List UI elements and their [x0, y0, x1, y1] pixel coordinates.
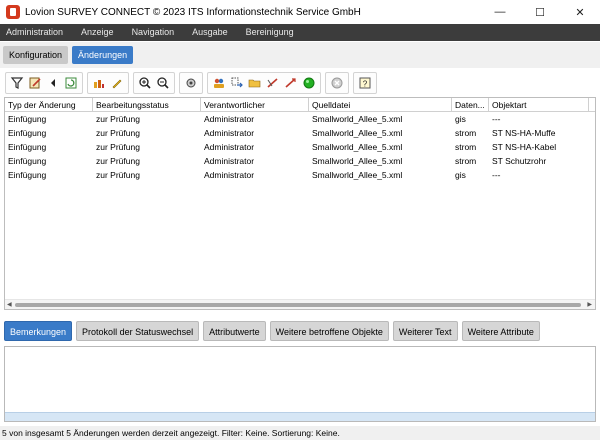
tab-protokoll[interactable]: Protokoll der Statuswechsel [76, 321, 200, 341]
tab-weiterer-text[interactable]: Weiterer Text [392, 321, 458, 341]
column-header-typ[interactable]: Typ der Änderung [5, 98, 93, 112]
window-controls: — ☐ ✕ [480, 0, 600, 24]
toolbar-group-help: ? [353, 72, 377, 94]
settings-icon[interactable] [182, 74, 200, 92]
title-bar: Lovion SURVEY CONNECT © 2023 ITS Informa… [0, 0, 600, 24]
cell-typ: Einfügung [8, 156, 47, 166]
svg-text:?: ? [363, 80, 368, 89]
toolbar-group-actions [207, 72, 321, 94]
scroll-right-icon[interactable]: ▶ [587, 301, 592, 308]
cell-daten: strom [455, 156, 477, 166]
cell-verantwortlicher: Administrator [204, 128, 255, 138]
assign-icon[interactable] [228, 74, 246, 92]
remarks-textarea[interactable] [4, 346, 596, 422]
horizontal-scrollbar[interactable]: ◀ ▶ [5, 299, 595, 309]
tab-aenderungen[interactable]: Änderungen [72, 46, 134, 64]
tab-betroffene-objekte[interactable]: Weitere betroffene Objekte [269, 321, 389, 341]
reject-icon[interactable] [264, 74, 282, 92]
cell-status: zur Prüfung [96, 114, 140, 124]
cell-verantwortlicher: Administrator [204, 156, 255, 166]
cell-typ: Einfügung [8, 128, 47, 138]
cell-typ: Einfügung [8, 142, 47, 152]
toolbar-group-cancel [325, 72, 349, 94]
help-icon[interactable]: ? [356, 74, 374, 92]
menu-administration[interactable]: Administration [0, 24, 72, 41]
close-button[interactable]: ✕ [560, 0, 600, 24]
folder-open-icon[interactable] [246, 74, 264, 92]
column-header-status[interactable]: Bearbeitungsstatus [93, 98, 201, 112]
pencil-icon[interactable] [108, 74, 126, 92]
cell-objektart: --- [492, 114, 501, 124]
column-header-quelldatei[interactable]: Quelldatei [309, 98, 452, 112]
cell-objektart: --- [492, 170, 501, 180]
table-row[interactable]: Einfügung zur Prüfung Administrator Smal… [5, 112, 595, 126]
menu-anzeige[interactable]: Anzeige [72, 24, 123, 41]
cell-quelldatei: Smallworld_Allee_5.xml [312, 170, 403, 180]
table-row[interactable]: Einfügung zur Prüfung Administrator Smal… [5, 140, 595, 154]
remarks-bottom-bar [5, 412, 595, 421]
mode-bar: Konfiguration Änderungen [0, 42, 600, 68]
edit-filter-icon[interactable] [26, 74, 44, 92]
tab-konfiguration[interactable]: Konfiguration [3, 46, 69, 64]
toolbar-group-zoom [133, 72, 175, 94]
refresh-icon[interactable] [62, 74, 80, 92]
toolbar-group-filter [5, 72, 83, 94]
cell-daten: strom [455, 142, 477, 152]
cell-status: zur Prüfung [96, 142, 140, 152]
cell-status: zur Prüfung [96, 170, 140, 180]
cell-typ: Einfügung [8, 114, 47, 124]
column-header-daten[interactable]: Daten... [452, 98, 489, 112]
detail-tabs: Bemerkungen Protokoll der Statuswechsel … [4, 321, 544, 341]
cell-quelldatei: Smallworld_Allee_5.xml [312, 156, 403, 166]
zoom-out-icon[interactable] [154, 74, 172, 92]
column-header-verantwortlicher[interactable]: Verantwortlicher [201, 98, 309, 112]
cell-daten: gis [455, 114, 466, 124]
column-header-objektart[interactable]: Objektart [489, 98, 589, 112]
status-bar: 5 von insgesamt 5 Änderungen werden derz… [0, 426, 600, 440]
accept-icon[interactable] [300, 74, 318, 92]
changes-table: Typ der Änderung Bearbeitungsstatus Vera… [4, 97, 596, 310]
toolbar-group-settings [179, 72, 203, 94]
maximize-button[interactable]: ☐ [520, 0, 560, 24]
table-row[interactable]: Einfügung zur Prüfung Administrator Smal… [5, 168, 595, 182]
filter-icon[interactable] [8, 74, 26, 92]
zoom-in-icon[interactable] [136, 74, 154, 92]
cell-quelldatei: Smallworld_Allee_5.xml [312, 128, 403, 138]
window-title: Lovion SURVEY CONNECT © 2023 ITS Informa… [25, 6, 361, 18]
tab-attributwerte[interactable]: Attributwerte [203, 321, 266, 341]
table-row[interactable]: Einfügung zur Prüfung Administrator Smal… [5, 154, 595, 168]
cell-typ: Einfügung [8, 170, 47, 180]
tab-bemerkungen[interactable]: Bemerkungen [4, 321, 73, 341]
menu-navigation[interactable]: Navigation [123, 24, 184, 41]
menu-ausgabe[interactable]: Ausgabe [183, 24, 237, 41]
cell-verantwortlicher: Administrator [204, 170, 255, 180]
cell-status: zur Prüfung [96, 128, 140, 138]
chart-edit-icon[interactable] [90, 74, 108, 92]
table-row[interactable]: Einfügung zur Prüfung Administrator Smal… [5, 126, 595, 140]
toolbar-group-edit [87, 72, 129, 94]
cell-objektart: ST Schutzrohr [492, 156, 547, 166]
cell-status: zur Prüfung [96, 156, 140, 166]
users-icon[interactable] [210, 74, 228, 92]
cancel-icon[interactable] [328, 74, 346, 92]
cell-verantwortlicher: Administrator [204, 114, 255, 124]
toolbar: ? [0, 69, 600, 97]
table-header: Typ der Änderung Bearbeitungsstatus Vera… [5, 98, 595, 112]
cell-quelldatei: Smallworld_Allee_5.xml [312, 142, 403, 152]
cell-daten: strom [455, 128, 477, 138]
scroll-left-icon[interactable]: ◀ [7, 301, 12, 308]
minimize-button[interactable]: — [480, 0, 520, 24]
scrollbar-thumb[interactable] [15, 303, 581, 307]
move-icon[interactable] [282, 74, 300, 92]
app-logo-icon [6, 5, 20, 19]
cell-verantwortlicher: Administrator [204, 142, 255, 152]
cell-objektart: ST NS-HA-Kabel [492, 142, 557, 152]
cell-daten: gis [455, 170, 466, 180]
menu-bar: Administration Anzeige Navigation Ausgab… [0, 24, 600, 41]
cell-objektart: ST NS-HA-Muffe [492, 128, 556, 138]
arrow-left-icon[interactable] [44, 74, 62, 92]
tab-weitere-attribute[interactable]: Weitere Attribute [461, 321, 540, 341]
cell-quelldatei: Smallworld_Allee_5.xml [312, 114, 403, 124]
menu-bereinigung[interactable]: Bereinigung [237, 24, 303, 41]
